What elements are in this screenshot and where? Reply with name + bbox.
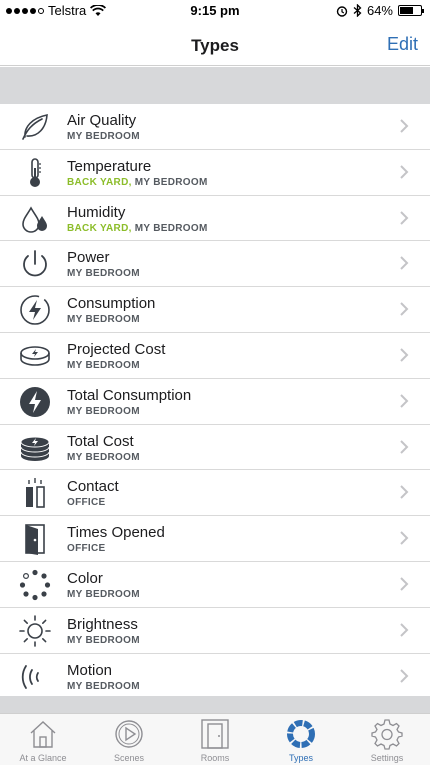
chevron-right-icon xyxy=(400,439,409,454)
list-item-projected-cost[interactable]: Projected Cost MY BEDROOM xyxy=(0,333,430,379)
list-item-air-quality[interactable]: Air Quality MY BEDROOM xyxy=(0,104,430,150)
types-list: Air Quality MY BEDROOM Temperature BACK … xyxy=(0,104,430,699)
chevron-right-icon xyxy=(400,210,409,225)
page-title: Types xyxy=(191,36,239,55)
row-title: Projected Cost xyxy=(67,340,166,358)
list-item-consumption[interactable]: Consumption MY BEDROOM xyxy=(0,287,430,333)
row-title: Brightness xyxy=(67,615,138,633)
leaf-icon xyxy=(18,110,52,144)
sun-icon xyxy=(18,614,52,648)
row-subtitle: BACK YARD, MY BEDROOM xyxy=(67,176,208,188)
tab-label: At a Glance xyxy=(19,753,67,763)
door-open-icon xyxy=(18,522,52,556)
list-item-color[interactable]: Color MY BEDROOM xyxy=(0,562,430,608)
row-subtitle: MY BEDROOM xyxy=(67,314,140,326)
power-icon xyxy=(18,247,52,281)
types-ring-icon xyxy=(287,720,315,748)
play-circle-icon xyxy=(115,720,143,748)
lightning-circle-icon xyxy=(18,293,52,327)
row-subtitle: MY BEDROOM xyxy=(67,268,140,280)
chevron-right-icon xyxy=(400,394,409,408)
status-right: 64% xyxy=(336,3,424,18)
color-ring-icon xyxy=(18,568,52,602)
list-item-temperature[interactable]: Temperature BACK YARD, MY BEDROOM xyxy=(0,150,430,196)
battery-percent: 64% xyxy=(366,3,393,18)
tab-label: Settings xyxy=(370,753,404,763)
chevron-right-icon xyxy=(400,623,409,637)
row-title: Temperature xyxy=(67,157,152,175)
edit-button[interactable]: Edit xyxy=(387,34,418,55)
thermometer-icon xyxy=(18,156,52,190)
row-title: Air Quality xyxy=(67,112,137,129)
tab-label: Types xyxy=(288,753,313,763)
row-subtitle: MY BEDROOM xyxy=(67,634,140,646)
list-item-times-opened[interactable]: Times Opened OFFICE xyxy=(0,516,430,562)
row-subtitle: BACK YARD, MY BEDROOM xyxy=(67,222,208,234)
row-title: Humidity xyxy=(67,203,126,221)
row-subtitle: MY BEDROOM xyxy=(67,451,140,463)
row-subtitle: MY BEDROOM xyxy=(67,588,140,600)
row-subtitle: MY BEDROOM xyxy=(67,131,140,142)
coin-stack-filled-icon xyxy=(18,431,52,465)
chevron-right-icon xyxy=(400,531,409,545)
door-icon xyxy=(201,719,229,749)
row-subtitle: OFFICE xyxy=(67,543,106,555)
row-subtitle: MY BEDROOM xyxy=(67,359,140,371)
bluetooth-icon xyxy=(353,4,362,17)
chevron-right-icon xyxy=(400,302,409,316)
list-item-brightness[interactable]: Brightness MY BEDROOM xyxy=(0,608,430,654)
list-item-total-consumption[interactable]: Total Consumption MY BEDROOM xyxy=(0,379,430,425)
section-header xyxy=(0,67,430,104)
water-drops-icon xyxy=(18,202,52,236)
navigation-bar: Types Edit xyxy=(0,22,430,66)
chevron-right-icon xyxy=(400,485,409,500)
list-item-motion[interactable]: Motion MY BEDROOM xyxy=(0,654,430,700)
chevron-right-icon xyxy=(400,256,409,271)
chevron-right-icon xyxy=(400,119,409,133)
tab-bar: At a Glance Scenes Rooms Types Settings xyxy=(0,713,430,765)
row-subtitle: MY BEDROOM xyxy=(67,405,140,417)
list-item-power[interactable]: Power MY BEDROOM xyxy=(0,241,430,288)
row-title: Times Opened xyxy=(67,524,165,542)
list-item-humidity[interactable]: Humidity BACK YARD, MY BEDROOM xyxy=(0,196,430,242)
coin-stack-outline-icon xyxy=(18,339,52,373)
list-item-total-cost[interactable]: Total Cost MY BEDROOM xyxy=(0,425,430,471)
status-bar: Telstra 9:15 pm 64% xyxy=(0,0,430,22)
tab-at-a-glance[interactable]: At a Glance xyxy=(0,714,86,765)
chevron-right-icon xyxy=(400,165,409,179)
contact-sensor-icon xyxy=(18,476,52,510)
tab-scenes[interactable]: Scenes xyxy=(86,714,172,765)
row-title: Color xyxy=(67,569,103,587)
chevron-right-icon xyxy=(400,668,409,683)
chevron-right-icon xyxy=(400,348,409,362)
row-title: Motion xyxy=(67,661,113,679)
row-title: Total Cost xyxy=(67,432,134,450)
lightning-filled-icon xyxy=(18,385,52,419)
list-item-contact[interactable]: Contact OFFICE xyxy=(0,470,430,517)
tab-label: Scenes xyxy=(113,753,145,763)
row-title: Power xyxy=(67,249,110,267)
row-title: Consumption xyxy=(67,295,156,313)
tab-label: Rooms xyxy=(200,753,230,763)
row-subtitle: MY BEDROOM xyxy=(67,680,140,692)
tab-settings[interactable]: Settings xyxy=(344,714,430,765)
battery-icon xyxy=(398,5,424,16)
row-title: Contact xyxy=(67,478,119,496)
tab-rooms[interactable]: Rooms xyxy=(172,714,258,765)
row-title: Total Consumption xyxy=(67,386,192,404)
motion-waves-icon xyxy=(18,660,52,694)
gear-icon xyxy=(371,719,403,750)
alarm-icon xyxy=(336,5,348,17)
row-subtitle: OFFICE xyxy=(67,497,106,509)
tab-types[interactable]: Types xyxy=(258,714,344,765)
list-footer xyxy=(0,696,430,713)
chevron-right-icon xyxy=(400,577,409,591)
house-icon xyxy=(30,721,56,748)
